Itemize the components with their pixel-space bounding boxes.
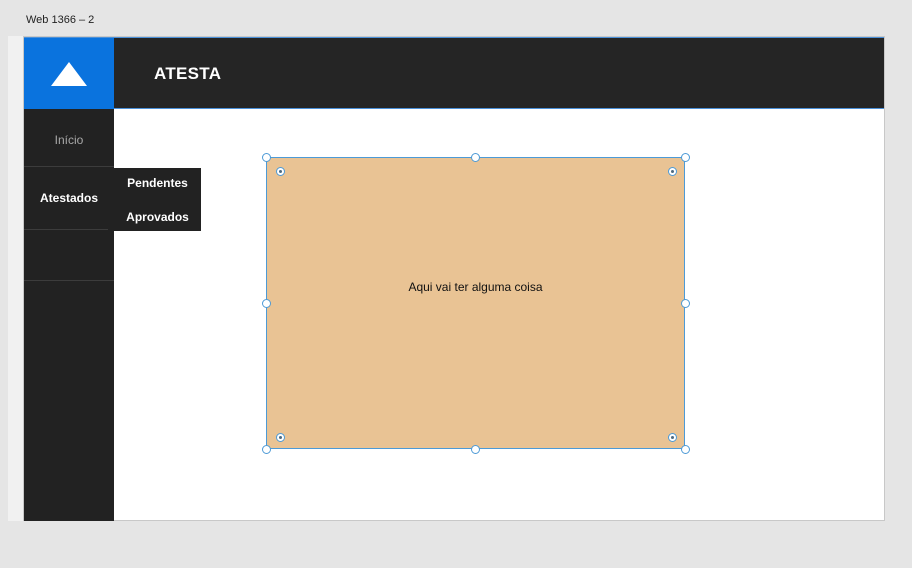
corner-pin-icon[interactable] bbox=[668, 167, 677, 176]
submenu-item-aprovados[interactable]: Aprovados bbox=[114, 206, 201, 228]
corner-pin-icon[interactable] bbox=[276, 167, 285, 176]
resize-handle[interactable] bbox=[471, 153, 480, 162]
sidebar: Início Atestados bbox=[24, 109, 114, 521]
card-text: Aqui vai ter alguma coisa bbox=[408, 280, 543, 294]
artboard: ATESTA Início Atestados Pendentes Aprova… bbox=[23, 36, 885, 521]
resize-handle[interactable] bbox=[471, 445, 480, 454]
logo[interactable] bbox=[24, 38, 114, 110]
corner-pin-icon[interactable] bbox=[276, 433, 285, 442]
resize-handle[interactable] bbox=[262, 153, 271, 162]
content-placeholder-card[interactable]: Aqui vai ter alguma coisa bbox=[266, 157, 685, 449]
resize-handle[interactable] bbox=[681, 153, 690, 162]
artboard-label: Web 1366 – 2 bbox=[26, 14, 95, 26]
sidebar-item-inicio[interactable]: Início bbox=[24, 109, 114, 166]
sidebar-divider bbox=[24, 280, 114, 281]
sidebar-item-atestados[interactable]: Atestados bbox=[24, 167, 114, 229]
submenu-item-pendentes[interactable]: Pendentes bbox=[114, 172, 201, 194]
triangle-up-icon bbox=[51, 62, 87, 86]
resize-handle[interactable] bbox=[262, 299, 271, 308]
corner-pin-icon[interactable] bbox=[668, 433, 677, 442]
sidebar-divider bbox=[24, 229, 108, 230]
resize-handle[interactable] bbox=[681, 299, 690, 308]
resize-handle[interactable] bbox=[262, 445, 271, 454]
atestados-submenu: Pendentes Aprovados bbox=[114, 168, 201, 231]
canvas-left-strip bbox=[8, 36, 23, 521]
top-bar: ATESTA bbox=[24, 37, 884, 110]
app-title: ATESTA bbox=[154, 64, 222, 83]
resize-handle[interactable] bbox=[681, 445, 690, 454]
